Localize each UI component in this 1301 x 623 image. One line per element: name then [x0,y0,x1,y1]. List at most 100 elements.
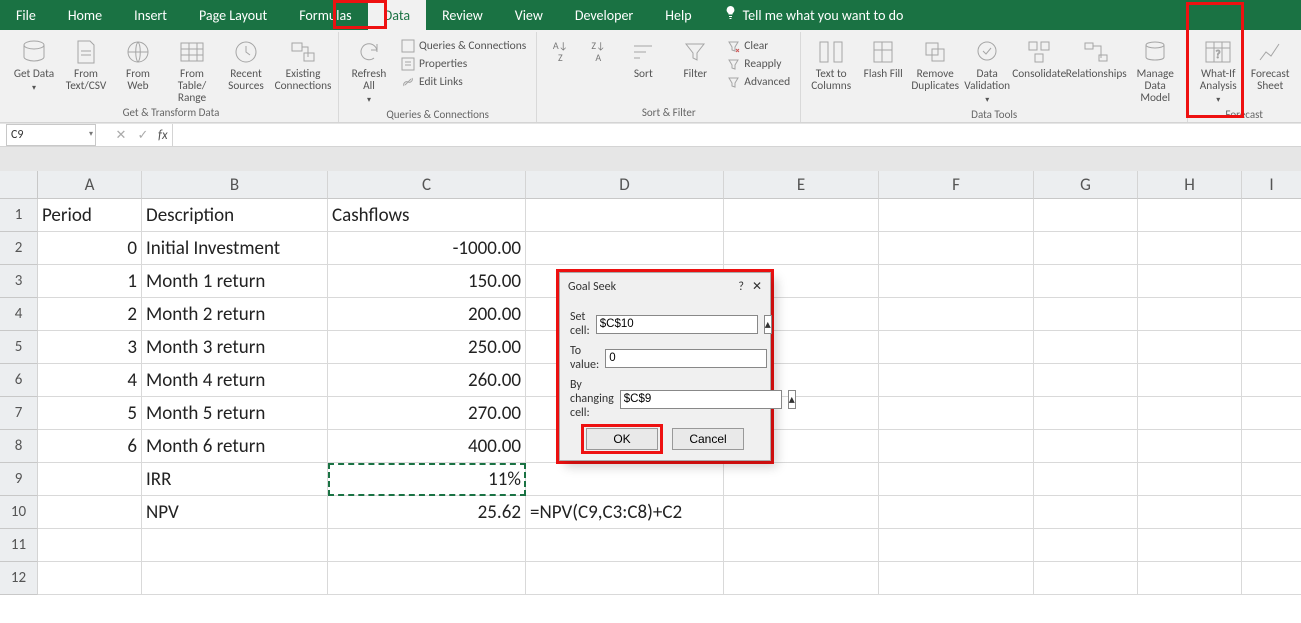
row-header-9[interactable]: 9 [0,463,38,496]
cell-A10[interactable] [38,496,142,529]
cell-G2[interactable] [1034,232,1138,265]
sort-asc-button[interactable]: A↓Z [543,34,577,66]
cell-B2[interactable]: Initial Investment [142,232,328,265]
cell-A3[interactable]: 1 [38,265,142,298]
cell-I7[interactable] [1242,397,1301,430]
cell-I8[interactable] [1242,430,1301,463]
set-cell-input[interactable] [596,315,758,334]
cell-F1[interactable] [879,199,1034,232]
text-to-columns-button[interactable]: Text to Columns [807,34,855,92]
cell-C3[interactable]: 150.00 [328,265,526,298]
cell-B7[interactable]: Month 5 return [142,397,328,430]
cell-A9[interactable] [38,463,142,496]
cell-D10[interactable]: =NPV(C9,C3:C8)+C2 [526,496,724,529]
cell-C10[interactable]: 25.62 [328,496,526,529]
from-web-button[interactable]: From Web [114,34,162,92]
remove-duplicates-button[interactable]: Remove Duplicates [911,34,959,92]
from-text-csv-button[interactable]: From Text/CSV [62,34,110,92]
cell-A4[interactable]: 2 [38,298,142,331]
manage-data-model-button[interactable]: Manage Data Model [1129,34,1181,104]
consolidate-button[interactable]: Consolidate [1015,34,1063,80]
row-header-8[interactable]: 8 [0,430,38,463]
edit-links-button[interactable]: Edit Links [397,74,530,90]
cell-G11[interactable] [1034,529,1138,562]
cell-B10[interactable]: NPV [142,496,328,529]
cell-H5[interactable] [1138,331,1242,364]
tab-data[interactable]: Data [368,0,426,30]
tab-developer[interactable]: Developer [559,0,649,30]
row-header-3[interactable]: 3 [0,265,38,298]
row-header-10[interactable]: 10 [0,496,38,529]
col-header-A[interactable]: A [38,171,142,199]
cell-C11[interactable] [328,529,526,562]
cell-G5[interactable] [1034,331,1138,364]
cell-I5[interactable] [1242,331,1301,364]
cell-B9[interactable]: IRR [142,463,328,496]
clear-filter-button[interactable]: Clear [723,38,794,54]
cell-F12[interactable] [879,562,1034,595]
cell-D1[interactable] [526,199,724,232]
cell-D11[interactable] [526,529,724,562]
cell-C5[interactable]: 250.00 [328,331,526,364]
cell-C1[interactable]: Cashflows [328,199,526,232]
tell-me-search[interactable]: Tell me what you want to do [708,5,920,25]
data-validation-button[interactable]: Data Validation▾ [963,34,1011,106]
col-header-D[interactable]: D [526,171,724,199]
cell-H10[interactable] [1138,496,1242,529]
cancel-formula-icon[interactable]: ✕ [110,128,132,143]
cell-F3[interactable] [879,265,1034,298]
cell-H12[interactable] [1138,562,1242,595]
cell-I12[interactable] [1242,562,1301,595]
col-header-C[interactable]: C [328,171,526,199]
tab-insert[interactable]: Insert [118,0,183,30]
cell-H1[interactable] [1138,199,1242,232]
col-header-G[interactable]: G [1034,171,1138,199]
row-header-11[interactable]: 11 [0,529,38,562]
tab-file[interactable]: File [0,0,52,30]
cell-I9[interactable] [1242,463,1301,496]
refresh-all-button[interactable]: Refresh All▾ [345,34,393,106]
cell-F9[interactable] [879,463,1034,496]
cell-D2[interactable] [526,232,724,265]
cell-F8[interactable] [879,430,1034,463]
cell-G3[interactable] [1034,265,1138,298]
cell-G10[interactable] [1034,496,1138,529]
cell-G9[interactable] [1034,463,1138,496]
col-header-E[interactable]: E [724,171,879,199]
row-header-6[interactable]: 6 [0,364,38,397]
tab-formulas[interactable]: Formulas [283,0,367,30]
dialog-help-button[interactable]: ? [738,280,744,294]
cell-F7[interactable] [879,397,1034,430]
fx-icon[interactable]: fx [154,128,172,143]
cell-C8[interactable]: 400.00 [328,430,526,463]
cell-G7[interactable] [1034,397,1138,430]
cell-A2[interactable]: 0 [38,232,142,265]
cell-B11[interactable] [142,529,328,562]
advanced-filter-button[interactable]: Advanced [723,74,794,90]
row-header-7[interactable]: 7 [0,397,38,430]
dialog-close-button[interactable]: ✕ [752,279,762,294]
cell-B5[interactable]: Month 3 return [142,331,328,364]
cell-E2[interactable] [724,232,879,265]
col-header-B[interactable]: B [142,171,328,199]
cell-H3[interactable] [1138,265,1242,298]
cell-D12[interactable] [526,562,724,595]
row-header-1[interactable]: 1 [0,199,38,232]
cell-B3[interactable]: Month 1 return [142,265,328,298]
cell-C6[interactable]: 260.00 [328,364,526,397]
cell-C9[interactable]: 11% [328,463,526,496]
name-box[interactable]: C9 ▾ [6,124,96,146]
cell-I6[interactable] [1242,364,1301,397]
cell-A5[interactable]: 3 [38,331,142,364]
by-changing-input[interactable] [620,390,782,409]
existing-connections-button[interactable]: Existing Connections [274,34,332,92]
col-header-H[interactable]: H [1138,171,1242,199]
cancel-button[interactable]: Cancel [672,428,744,450]
cell-H6[interactable] [1138,364,1242,397]
cell-A6[interactable]: 4 [38,364,142,397]
cell-F4[interactable] [879,298,1034,331]
tab-page-layout[interactable]: Page Layout [183,0,283,30]
row-header-5[interactable]: 5 [0,331,38,364]
cell-C12[interactable] [328,562,526,595]
tab-home[interactable]: Home [52,0,118,30]
